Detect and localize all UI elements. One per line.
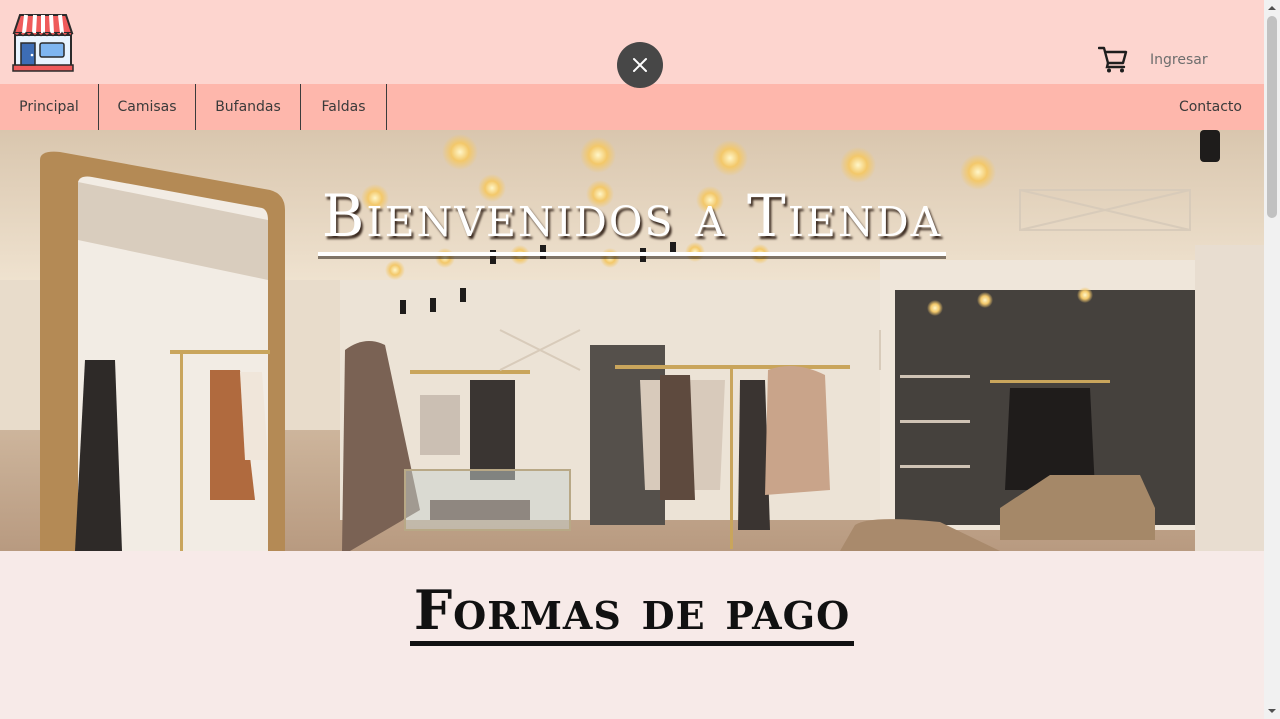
hero-title: Bienvenidos a Tienda — [0, 182, 1264, 256]
payment-methods-heading: Formas de pago — [0, 578, 1264, 646]
close-button[interactable] — [617, 42, 663, 88]
shopping-cart-icon[interactable] — [1097, 45, 1128, 73]
store-icon[interactable] — [12, 13, 74, 73]
close-icon — [633, 58, 647, 72]
nav-item-camisas[interactable]: Camisas — [99, 84, 196, 130]
nav-item-principal[interactable]: Principal — [0, 84, 99, 130]
vertical-scrollbar[interactable] — [1264, 0, 1280, 719]
nav-item-faldas[interactable]: Faldas — [301, 84, 387, 130]
scroll-thumb[interactable] — [1267, 16, 1277, 218]
main-nav: Principal Camisas Bufandas Faldas Contac… — [0, 84, 1264, 130]
login-link[interactable]: Ingresar — [1150, 52, 1208, 68]
nav-item-bufandas[interactable]: Bufandas — [196, 84, 301, 130]
page: Ingresar Principal Camisas Bufandas Fald… — [0, 0, 1264, 719]
nav-item-contacto[interactable]: Contacto — [1179, 84, 1242, 130]
hero-banner: Bienvenidos a Tienda — [0, 130, 1264, 551]
scroll-down-icon[interactable] — [1267, 706, 1277, 716]
scroll-up-icon[interactable] — [1267, 3, 1277, 13]
